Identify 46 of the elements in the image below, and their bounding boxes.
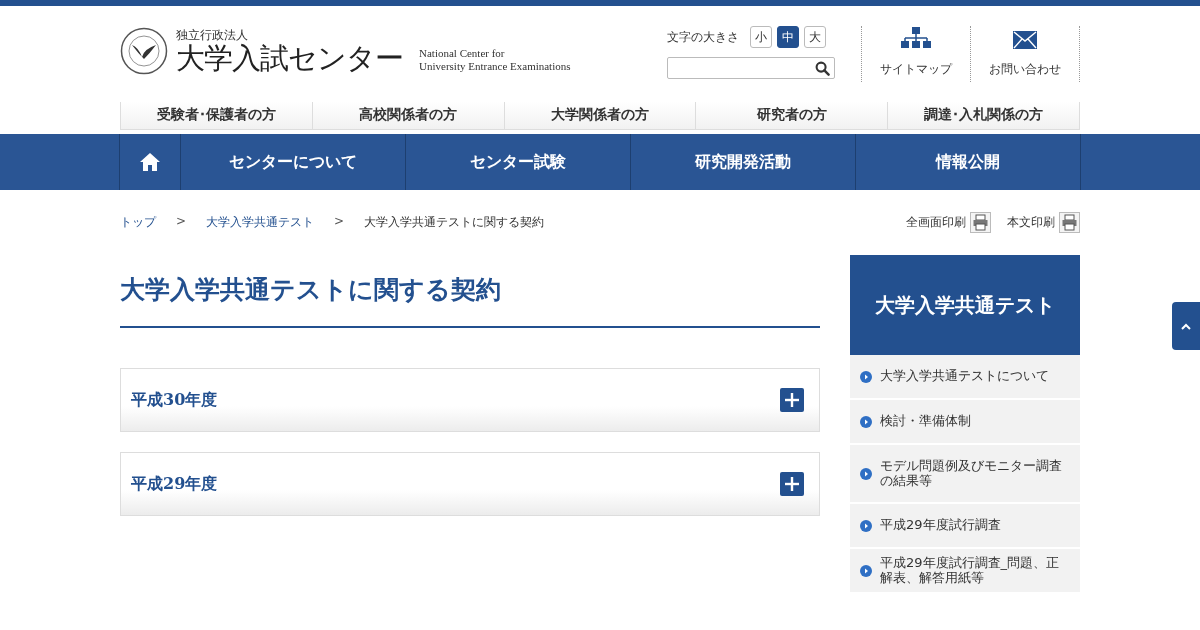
font-size-button[interactable]: 中: [777, 26, 799, 48]
main-nav-link[interactable]: センター試験: [406, 134, 631, 190]
page-title: 大学入学共通テストに関する契約: [120, 255, 820, 328]
printer-icon: [1059, 212, 1080, 233]
audience-nav-link[interactable]: 調達･入札関係の方: [887, 102, 1080, 129]
print-link[interactable]: 本文印刷: [1007, 212, 1080, 233]
sitemap-icon: [901, 27, 931, 49]
printer-icon: [970, 212, 991, 233]
search-icon[interactable]: [815, 60, 830, 76]
home-button[interactable]: [119, 134, 181, 190]
font-size-button[interactable]: 大: [804, 26, 826, 48]
contact-link[interactable]: お問い合わせ: [970, 26, 1080, 82]
sitemap-link[interactable]: サイトマップ: [861, 26, 970, 82]
audience-nav-link[interactable]: 高校関係者の方: [311, 102, 504, 129]
caret-up-icon: [1181, 322, 1191, 330]
org-type-text: 独立行政法人: [176, 29, 249, 41]
emblem-icon: [120, 27, 168, 75]
font-size-label: 文字の大きさ: [667, 28, 739, 46]
accordion-header[interactable]: 平成29年度: [120, 452, 820, 516]
sidebar-link[interactable]: 大学入学共通テストについて: [850, 355, 1080, 400]
sidebar-heading: 大学入学共通テスト: [850, 255, 1080, 355]
sidebar-link[interactable]: モデル問題例及びモニター調査の結果等: [850, 445, 1080, 504]
org-name: 大学入試センター: [176, 44, 403, 73]
search-field[interactable]: [667, 57, 835, 79]
breadcrumb-link[interactable]: トップ: [120, 214, 156, 231]
audience-nav-link[interactable]: 研究者の方: [695, 102, 888, 129]
breadcrumb-link[interactable]: 大学入学共通テスト: [206, 214, 315, 231]
audience-nav-link[interactable]: 大学関係者の方: [503, 102, 696, 129]
breadcrumb-separator: >: [176, 214, 187, 230]
breadcrumb-separator: >: [334, 214, 345, 230]
main-nav-link[interactable]: 情報公開: [856, 134, 1081, 190]
org-name-english: University Entrance Examinations: [419, 60, 571, 73]
breadcrumb-current: 大学入学共通テストに関する契約: [364, 214, 545, 231]
accordion-header[interactable]: 平成30年度: [120, 368, 820, 432]
main-nav-link[interactable]: 研究開発活動: [631, 134, 856, 190]
org-name-english: National Center for: [419, 47, 506, 60]
sidebar-link[interactable]: 検討・準備体制: [850, 400, 1080, 445]
audience-nav-link[interactable]: 受験者･保護者の方: [120, 102, 312, 129]
sidebar-link[interactable]: 平成29年度試行調査: [850, 504, 1080, 549]
envelope-icon: [1013, 31, 1037, 49]
main-nav-link[interactable]: センターについて: [181, 134, 406, 190]
home-icon: [139, 152, 161, 172]
back-to-top-button[interactable]: [1172, 302, 1200, 350]
font-size-button[interactable]: 小: [750, 26, 772, 48]
print-link[interactable]: 全画面印刷: [906, 212, 991, 233]
sidebar-link[interactable]: 平成29年度試行調査_問題、正解表、解答用紙等: [850, 549, 1080, 594]
